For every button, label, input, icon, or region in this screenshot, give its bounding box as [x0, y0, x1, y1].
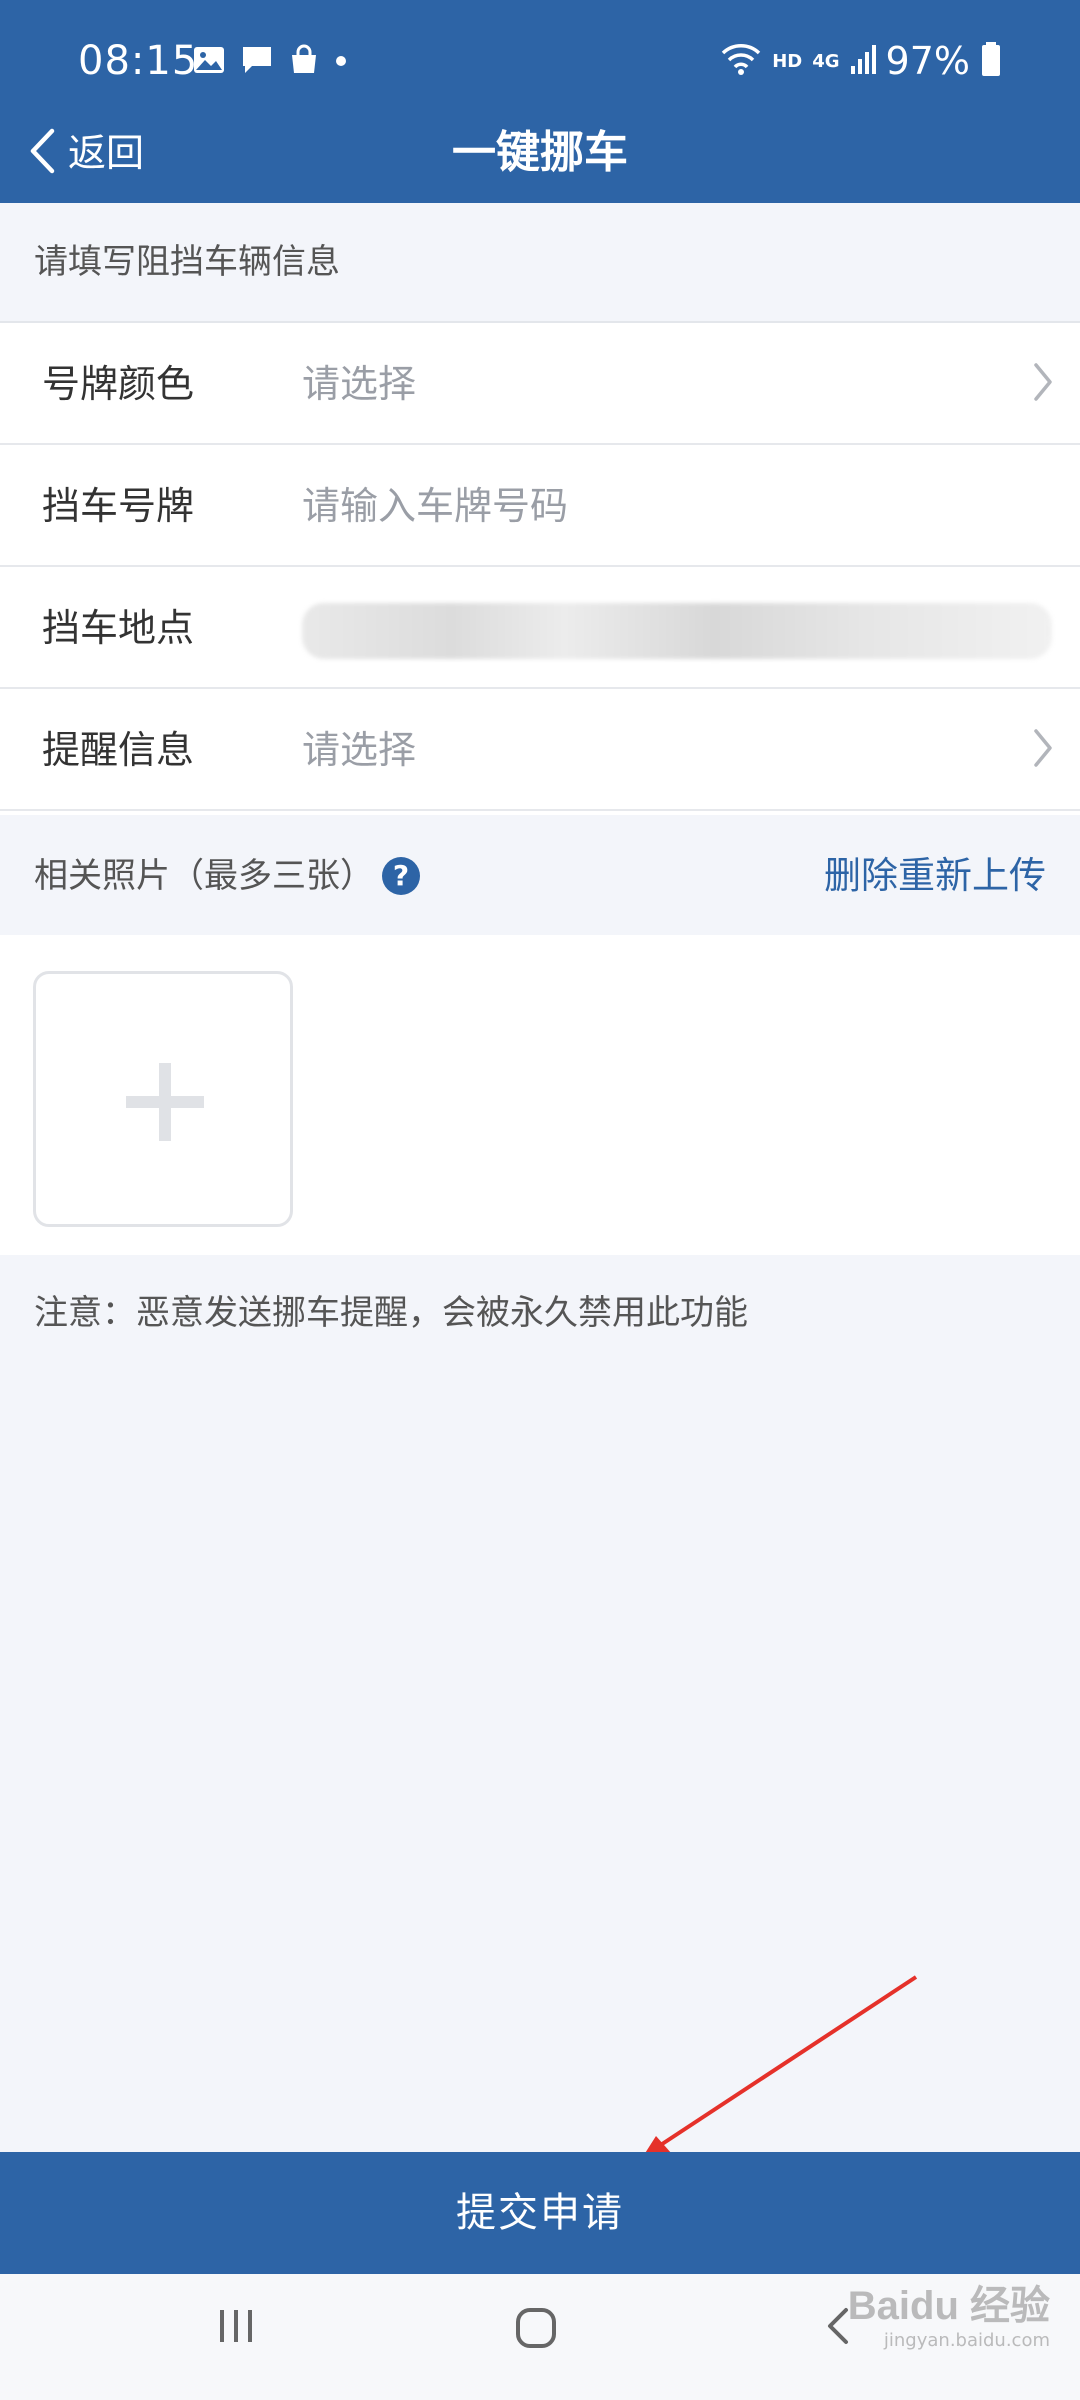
field-label: 挡车号牌 [42, 484, 195, 528]
photos-title: 相关照片（最多三张） [34, 856, 374, 896]
status-right: HD 4G 97% [720, 36, 1002, 86]
plate-color-select[interactable]: 号牌颜色 请选择 [0, 323, 1080, 445]
home-icon[interactable] [512, 2304, 560, 2356]
annotation-arrow-icon [642, 1975, 918, 2158]
recent-apps-icon[interactable] [214, 2304, 258, 2352]
plate-number-row: 挡车号牌 [0, 445, 1080, 567]
more-notifications-dot [334, 53, 348, 72]
page-title: 一键挪车 [452, 127, 628, 178]
field-label: 提醒信息 [42, 728, 195, 772]
network-type: 4G [812, 50, 840, 72]
section-title: 请填写阻挡车辆信息 [34, 242, 340, 282]
chevron-right-icon [1032, 727, 1054, 773]
battery-percent: 97% [885, 39, 970, 83]
watermark-sub: jingyan.baidu.com [883, 2330, 1050, 2351]
back-label: 返回 [68, 131, 145, 175]
vehicle-form: 号牌颜色 请选择 挡车号牌 挡车地点 提醒信息 请选择 [0, 321, 1080, 817]
baidu-watermark: Baidu 经验 jingyan.baidu.com [848, 2282, 1050, 2352]
reminder-message-select[interactable]: 提醒信息 请选择 [0, 689, 1080, 811]
add-photo-button[interactable] [33, 971, 293, 1227]
plus-icon-vertical [159, 1063, 171, 1141]
photos-header: 相关照片（最多三张） ? 删除重新上传 [0, 815, 1080, 935]
message-icon [240, 44, 274, 80]
status-time: 08:15 [78, 38, 199, 84]
field-value: 请选择 [302, 728, 417, 772]
section-heading: 请填写阻挡车辆信息 [0, 203, 1080, 321]
help-icon[interactable]: ? [382, 857, 420, 895]
battery-icon [980, 41, 1002, 81]
photos-area [0, 935, 1080, 1255]
watermark-main: Baidu 经验 [847, 2284, 1050, 2328]
wifi-icon [720, 42, 762, 80]
chevron-left-icon [28, 128, 56, 178]
status-bar: 08:15 HD 4G 97% [0, 0, 1080, 120]
notification-icons [192, 42, 348, 82]
back-button[interactable]: 返回 [28, 118, 144, 188]
field-label: 挡车地点 [42, 606, 195, 650]
field-label: 号牌颜色 [42, 362, 195, 406]
app-header: 08:15 HD 4G 97% 一键挪车 返回 [0, 0, 1080, 203]
nav-bar: 一键挪车 返回 [0, 110, 1080, 203]
hd-indicator: HD [772, 50, 803, 72]
location-row[interactable]: 挡车地点 [0, 567, 1080, 689]
chevron-right-icon [1032, 361, 1054, 407]
submit-button[interactable]: 提交申请 [0, 2152, 1080, 2274]
delete-reupload-button[interactable]: 删除重新上传 [824, 851, 1046, 901]
shopping-bag-icon [288, 44, 320, 80]
warning-notice: 注意：恶意发送挪车提醒，会被永久禁用此功能 [34, 1293, 748, 1333]
field-value: 请选择 [302, 362, 417, 406]
gallery-icon [192, 45, 226, 79]
signal-icon [850, 42, 876, 80]
blurred-location-text [302, 603, 1052, 659]
plate-number-input[interactable] [302, 481, 982, 531]
